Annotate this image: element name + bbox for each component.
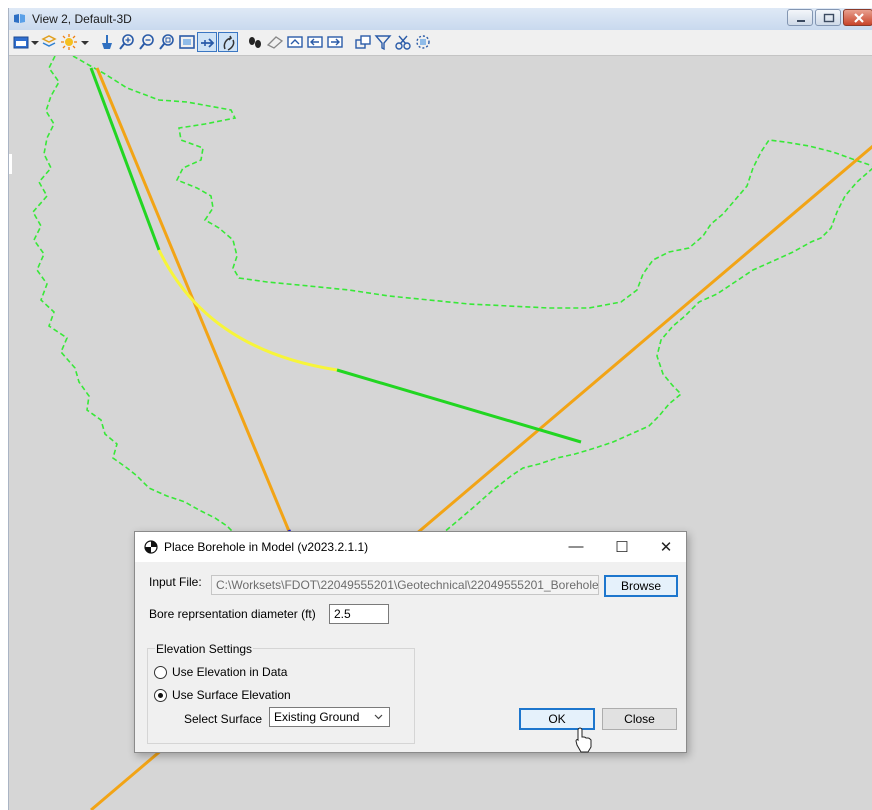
- fit-view-button[interactable]: [177, 32, 197, 52]
- clip-icon: [102, 35, 112, 49]
- arrow-left-icon: [307, 36, 323, 48]
- rotate-icon: [223, 35, 235, 51]
- copy-view-icon: [355, 35, 371, 49]
- dialog-minimize-button[interactable]: —: [553, 532, 599, 562]
- pan-button[interactable]: [197, 32, 217, 52]
- diameter-field[interactable]: 2.5: [329, 604, 389, 624]
- view-title: View 2, Default-3D: [32, 12, 132, 26]
- input-file-field[interactable]: C:\Worksets\FDOT\22049555201\Geotechnica…: [211, 575, 599, 595]
- clip-mask-icon: [395, 35, 411, 50]
- dialog-title-bar[interactable]: Place Borehole in Model (v2023.2.1.1) — …: [135, 532, 686, 562]
- view-previous-icon: [287, 36, 303, 48]
- lights-button[interactable]: [59, 32, 79, 52]
- use-elevation-in-data-radio[interactable]: [154, 666, 167, 679]
- levels-icon: [41, 35, 57, 47]
- close-window-button[interactable]: [843, 9, 872, 26]
- view-window-icon: [14, 14, 25, 23]
- view-attributes-dropdown[interactable]: [29, 32, 39, 52]
- chevron-down-icon: [374, 714, 383, 720]
- view-next-button[interactable]: [305, 32, 325, 52]
- boundary-left-dashed: [32, 56, 254, 549]
- elevation-group-label: Elevation Settings: [155, 642, 254, 656]
- minimize-icon: [797, 20, 805, 22]
- clip-volume-icon: [416, 35, 430, 49]
- levels-button[interactable]: [39, 32, 59, 52]
- view-clip-icon: [374, 35, 392, 51]
- walk-icon: [249, 37, 261, 48]
- bore-path-top-green: [89, 67, 161, 251]
- arrow-right-icon: [327, 36, 343, 48]
- window-area-icon: [159, 34, 174, 50]
- close-icon: ✕: [659, 539, 673, 556]
- elevation-settings-group: Elevation Settings Use Elevation in Data…: [147, 642, 415, 744]
- place-borehole-dialog: Place Borehole in Model (v2023.2.1.1) — …: [134, 531, 687, 753]
- view-toolbar: [9, 30, 872, 56]
- zoom-in-icon: [119, 34, 134, 50]
- view-attributes-icon: [13, 36, 29, 49]
- minimize-icon: —: [568, 538, 584, 555]
- view-edge-tab: [9, 154, 12, 174]
- maximize-icon: ☐: [615, 539, 629, 556]
- view-title-bar[interactable]: View 2, Default-3D: [9, 8, 872, 30]
- view-attributes-button[interactable]: [11, 32, 31, 52]
- minimize-window-button[interactable]: [787, 9, 813, 26]
- surface-select[interactable]: Existing Ground: [269, 707, 390, 727]
- select-surface-label: Select Surface: [184, 712, 263, 726]
- walk-button[interactable]: [245, 32, 265, 52]
- mouse-pointer-icon: [575, 727, 592, 753]
- browse-button[interactable]: Browse: [604, 575, 678, 597]
- copy-view-tool-button[interactable]: [353, 32, 373, 52]
- window-area-button[interactable]: [157, 32, 177, 52]
- borehole-app-icon: [144, 540, 158, 554]
- dialog-title: Place Borehole in Model (v2023.2.1.1): [164, 540, 369, 554]
- dialog-close-button[interactable]: ✕: [643, 532, 689, 562]
- bore-path-curve-yellow: [157, 249, 338, 372]
- chevron-down-icon: [31, 41, 39, 45]
- use-elevation-in-data-label[interactable]: Use Elevation in Data: [172, 665, 287, 679]
- clip-volume-button[interactable]: [413, 32, 433, 52]
- lights-dropdown[interactable]: [79, 32, 89, 52]
- dialog-maximize-button[interactable]: ☐: [599, 532, 645, 562]
- orbit-button[interactable]: [265, 32, 285, 52]
- surface-select-value: Existing Ground: [274, 710, 360, 724]
- maximize-icon: [823, 13, 835, 23]
- view-previous-button[interactable]: [285, 32, 305, 52]
- fit-view-icon: [179, 35, 195, 49]
- zoom-out-icon: [139, 34, 154, 50]
- copy-view-button[interactable]: [325, 32, 345, 52]
- clip-mask-button[interactable]: [393, 32, 413, 52]
- zoom-in-button[interactable]: [117, 32, 137, 52]
- rotate-button[interactable]: [218, 32, 238, 52]
- use-surface-elevation-radio[interactable]: [154, 689, 167, 702]
- zoom-out-button[interactable]: [137, 32, 157, 52]
- bore-path-bottom-green: [336, 368, 582, 444]
- maximize-window-button[interactable]: [815, 9, 841, 26]
- close-icon: [854, 13, 864, 23]
- input-file-label: Input File:: [149, 575, 202, 589]
- orbit-icon: [266, 36, 284, 49]
- pan-icon: [201, 38, 215, 48]
- view-clip-button[interactable]: [373, 32, 393, 52]
- boundary-right-dashed: [426, 167, 872, 549]
- chevron-down-icon: [81, 41, 89, 45]
- close-button[interactable]: Close: [602, 708, 677, 730]
- clip-button[interactable]: [97, 32, 117, 52]
- use-surface-elevation-label[interactable]: Use Surface Elevation: [172, 688, 291, 702]
- lights-icon: [61, 34, 77, 50]
- diameter-label: Bore reprsentation diameter (ft): [149, 607, 316, 621]
